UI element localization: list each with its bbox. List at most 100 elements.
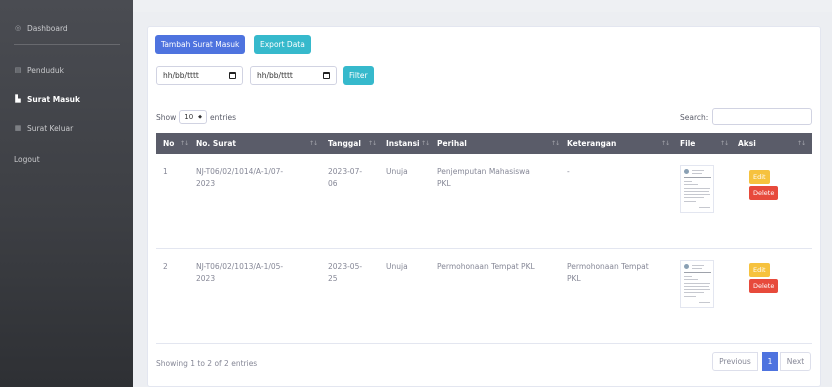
search-label: Search: xyxy=(680,110,708,124)
cell-keterangan: - xyxy=(567,166,570,178)
edit-button[interactable]: Edit xyxy=(749,263,770,277)
previous-page-button[interactable]: Previous xyxy=(712,352,758,371)
cell-perihal: Penjemputan Mahasiswa PKL xyxy=(437,166,530,190)
chart-icon: ▙ xyxy=(15,95,21,103)
sidebar: ◎ Dashboard ▤ Penduduk ▙ Surat Masuk ▦ S… xyxy=(0,0,133,387)
sort-icon: ↑↓ xyxy=(551,140,560,147)
sidebar-divider xyxy=(14,44,120,45)
calendar-icon[interactable] xyxy=(323,72,330,79)
sort-icon: ↑↓ xyxy=(720,140,729,147)
table-info-text: Showing 1 to 2 of 2 entries xyxy=(156,358,258,368)
select-caret-icon: ◆ xyxy=(198,114,203,120)
column-header-file[interactable]: File xyxy=(680,133,695,154)
filter-button[interactable]: Filter xyxy=(343,66,374,85)
cell-text-line: - xyxy=(567,167,570,176)
topbar xyxy=(133,0,832,12)
cell-text-line: Permohonaan Tempat xyxy=(567,262,649,271)
delete-button[interactable]: Delete xyxy=(749,186,779,200)
export-data-button[interactable]: Export Data xyxy=(254,35,311,54)
cell-instansi: Unuja xyxy=(386,262,408,271)
column-label: Keterangan xyxy=(567,139,617,148)
cell-no: 1 xyxy=(163,167,168,176)
table-header: No ↑↓ No. Surat ↑↓ Tanggal ↑↓ Instansi ↑… xyxy=(156,133,812,154)
show-label: Show xyxy=(156,112,177,122)
sidebar-item-label: Surat Keluar xyxy=(27,123,74,133)
search-input[interactable] xyxy=(712,108,812,125)
table-info: Showing 1 to 2 of 2 entries xyxy=(156,357,257,369)
edit-button[interactable]: Edit xyxy=(749,170,770,184)
table-icon: ▤ xyxy=(14,66,22,74)
column-label: Perihal xyxy=(437,139,467,148)
cell-tanggal: 2023-05- 25 xyxy=(328,261,362,285)
cell-perihal: Permohonaan Tempat PKL xyxy=(437,261,535,273)
column-header-no-surat[interactable]: No. Surat xyxy=(196,133,236,154)
search-label-text: Search: xyxy=(680,112,709,122)
page-size-control: Show 10 ◆ entries xyxy=(156,109,236,125)
dashboard-icon: ◎ xyxy=(14,24,22,32)
cell-text-line: Permohonaan Tempat PKL xyxy=(437,262,535,271)
next-page-button[interactable]: Next xyxy=(780,352,811,371)
page-1-button[interactable]: 1 xyxy=(762,352,778,371)
calendar-icon[interactable] xyxy=(229,72,236,79)
column-header-no[interactable]: No xyxy=(163,133,174,154)
letterhead-logo-icon xyxy=(684,169,689,174)
cell-text-line: Penjemputan Mahasiswa xyxy=(437,167,530,176)
page-size-value: 10 xyxy=(184,113,194,121)
column-header-keterangan[interactable]: Keterangan xyxy=(567,133,616,154)
date-to-input[interactable]: hh/bb/tttt xyxy=(250,66,337,85)
cell-text-line: 2023 xyxy=(196,179,216,188)
cell-text-line: NJ-T06/02/1013/A-1/05- xyxy=(196,262,284,271)
column-label: No xyxy=(163,139,175,148)
cell-text-line: 2023-07- xyxy=(328,167,363,176)
column-label: Aksi xyxy=(738,139,756,148)
date-to-placeholder: hh/bb/tttt xyxy=(257,71,293,80)
add-surat-masuk-label: Tambah Surat Masuk xyxy=(161,40,240,49)
sidebar-item-label: Penduduk xyxy=(27,65,64,75)
sidebar-item-surat-masuk[interactable]: ▙ Surat Masuk xyxy=(14,93,80,105)
add-surat-masuk-button[interactable]: Tambah Surat Masuk xyxy=(155,35,246,54)
sort-icon: ↑↓ xyxy=(180,140,189,147)
cell-text-line: 25 xyxy=(328,274,338,283)
column-header-instansi[interactable]: Instansi xyxy=(386,133,420,154)
sort-icon: ↑↓ xyxy=(309,140,318,147)
column-header-perihal[interactable]: Perihal xyxy=(437,133,467,154)
column-header-tanggal[interactable]: Tanggal xyxy=(328,133,361,154)
file-thumbnail[interactable] xyxy=(680,260,714,308)
column-label: File xyxy=(680,139,696,148)
sidebar-item-label: Logout xyxy=(14,154,40,164)
file-thumbnail[interactable] xyxy=(680,165,714,213)
cell-tanggal: 2023-07- 06 xyxy=(328,166,362,190)
delete-button[interactable]: Delete xyxy=(749,279,779,293)
table-icon: ▦ xyxy=(14,124,22,132)
sidebar-item-penduduk[interactable]: ▤ Penduduk xyxy=(14,64,64,76)
row-divider xyxy=(156,343,812,344)
cell-instansi: Unuja xyxy=(386,167,408,176)
delete-label: Delete xyxy=(753,282,775,290)
page-size-select[interactable]: 10 ◆ xyxy=(179,110,208,124)
entries-label: entries xyxy=(210,112,237,122)
sidebar-item-surat-keluar[interactable]: ▦ Surat Keluar xyxy=(14,122,74,134)
cell-text-line: 2023 xyxy=(196,274,216,283)
cell-no-surat: NJ-T06/02/1014/A-1/07- 2023 xyxy=(196,166,283,190)
row-divider xyxy=(156,248,812,249)
edit-label: Edit xyxy=(753,173,766,181)
sort-icon: ↑↓ xyxy=(661,140,670,147)
sort-icon: ↑↓ xyxy=(797,140,806,147)
sidebar-item-logout[interactable]: Logout xyxy=(14,153,40,165)
date-from-input[interactable]: hh/bb/tttt xyxy=(156,66,243,85)
date-from-placeholder: hh/bb/tttt xyxy=(163,71,199,80)
cell-keterangan: Permohonaan Tempat PKL xyxy=(567,261,649,285)
cell-text-line: 2023-05- xyxy=(328,262,363,271)
cell-no: 2 xyxy=(163,262,168,271)
cell-no-surat: NJ-T06/02/1013/A-1/05- 2023 xyxy=(196,261,283,285)
column-header-aksi[interactable]: Aksi xyxy=(738,133,756,154)
cell-text-line: NJ-T06/02/1014/A-1/07- xyxy=(196,167,284,176)
filter-label: Filter xyxy=(349,71,368,80)
cell-text-line: PKL xyxy=(567,274,581,283)
delete-label: Delete xyxy=(753,189,775,197)
column-label: No. Surat xyxy=(196,139,236,148)
edit-label: Edit xyxy=(753,266,766,274)
column-label: Tanggal xyxy=(328,139,361,148)
previous-label: Previous xyxy=(719,357,751,366)
sidebar-item-dashboard[interactable]: ◎ Dashboard xyxy=(14,22,68,34)
